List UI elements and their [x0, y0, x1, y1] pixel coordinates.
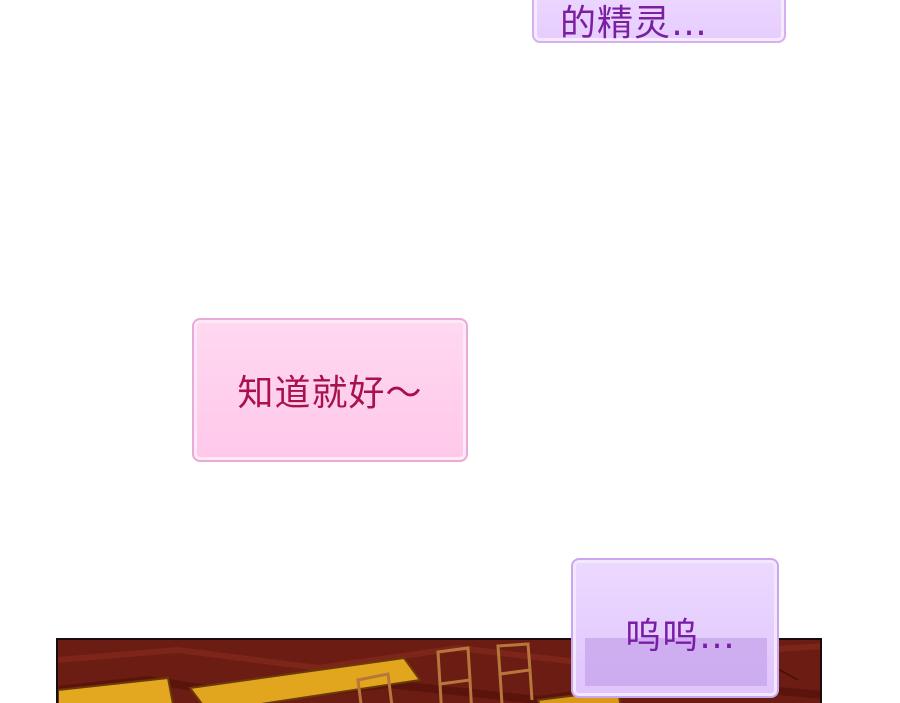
- speech-bubble-top: 的精灵…: [532, 0, 786, 44]
- speech-bubble-bottom: 呜呜…: [571, 558, 779, 698]
- speech-text-middle: 知道就好～: [237, 373, 423, 414]
- comic-page: 的精灵… 知道就好～ 呜呜…: [0, 0, 900, 703]
- speech-text-bottom: 呜呜…: [625, 616, 737, 657]
- speech-text-top: 的精灵…: [560, 3, 709, 44]
- speech-bubble-middle: 知道就好～: [192, 318, 468, 462]
